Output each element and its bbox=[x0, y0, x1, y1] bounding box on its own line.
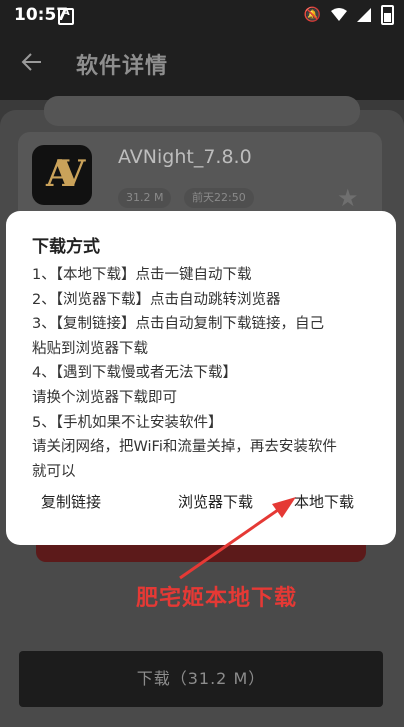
instruction-line: 粘贴到浏览器下载 bbox=[32, 340, 148, 357]
instruction-line: 请关闭网络，把WiFi和流量关掉，再去安装软件 bbox=[32, 439, 337, 456]
download-button[interactable]: 下载（31.2 M） bbox=[19, 651, 383, 707]
dialog-instructions: 1、【本地下载】点击一键自动下载 2、【浏览器下载】点击自动跳转浏览器 3、【复… bbox=[32, 263, 372, 484]
back-arrow-icon[interactable] bbox=[18, 48, 46, 76]
status-bar: 10:57 🔕 bbox=[0, 0, 404, 30]
update-time-badge: 前天22:50 bbox=[184, 188, 254, 208]
page-title: 软件详情 bbox=[76, 54, 169, 79]
instruction-line: 4、【遇到下载慢或者无法下载】 bbox=[32, 365, 237, 382]
notification-icon bbox=[58, 7, 74, 25]
app-bar: 软件详情 bbox=[0, 30, 404, 100]
battery-icon bbox=[381, 5, 394, 25]
browser-download-button[interactable]: 浏览器下载 bbox=[178, 491, 253, 512]
star-icon[interactable]: ★ bbox=[337, 184, 359, 212]
mute-icon: 🔕 bbox=[303, 7, 321, 23]
dialog-title: 下载方式 bbox=[32, 237, 100, 257]
instruction-line: 请换个浏览器下载即可 bbox=[32, 389, 177, 406]
app-name: AVNight_7.8.0 bbox=[118, 146, 252, 168]
download-method-dialog: 下载方式 1、【本地下载】点击一键自动下载 2、【浏览器下载】点击自动跳转浏览器… bbox=[6, 211, 396, 545]
size-badge: 31.2 M bbox=[118, 188, 172, 208]
instruction-line: 3、【复制链接】点击自动复制下载链接，自己 bbox=[32, 316, 324, 333]
app-logo: AV bbox=[46, 153, 85, 195]
wifi-icon bbox=[331, 8, 347, 21]
signal-icon bbox=[357, 8, 371, 22]
local-download-button[interactable]: 本地下载 bbox=[294, 491, 354, 512]
status-icons: 🔕 bbox=[304, 5, 394, 25]
instruction-line: 1、【本地下载】点击一键自动下载 bbox=[32, 267, 252, 283]
sheet-header bbox=[44, 96, 360, 126]
copy-link-button[interactable]: 复制链接 bbox=[41, 491, 101, 512]
dialog-actions: 复制链接 浏览器下载 本地下载 bbox=[6, 481, 396, 521]
instruction-line: 2、【浏览器下载】点击自动跳转浏览器 bbox=[32, 291, 281, 308]
app-icon: AV bbox=[32, 145, 92, 205]
instruction-line: 5、【手机如果不让安装软件】 bbox=[32, 414, 223, 431]
annotation-text: 肥宅姬本地下载 bbox=[136, 586, 298, 611]
